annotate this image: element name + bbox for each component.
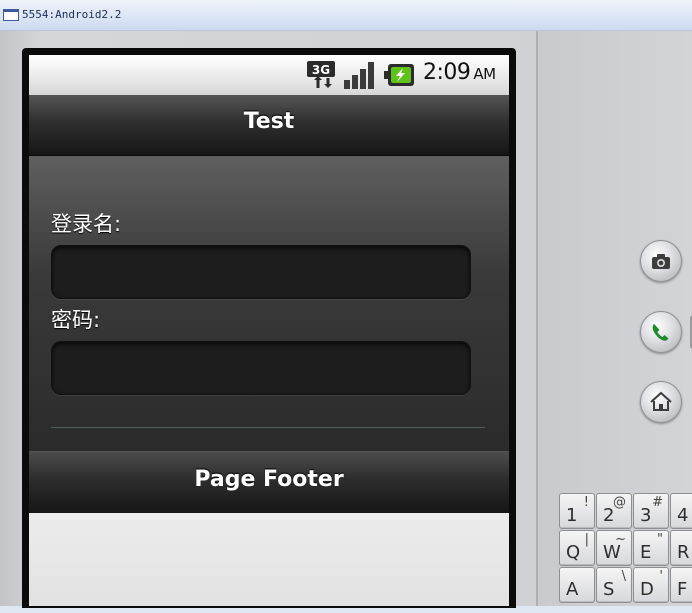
key-w[interactable]: W ~	[596, 530, 632, 566]
call-button[interactable]	[640, 311, 682, 353]
status-bar: 3G 2:09 AM	[29, 55, 509, 95]
page-title: Test	[243, 109, 295, 134]
status-ampm: AM	[473, 65, 496, 83]
home-button[interactable]	[640, 381, 682, 423]
key-e[interactable]: E "	[633, 530, 669, 566]
login-form: 登录名: 密码:	[29, 156, 509, 451]
key-r[interactable]: R	[670, 530, 692, 566]
username-input[interactable]	[51, 245, 471, 299]
key-4[interactable]: 4	[670, 493, 692, 529]
network-label: 3G	[312, 63, 330, 77]
key-1[interactable]: 1!	[559, 493, 595, 529]
key-a[interactable]: A	[559, 567, 595, 603]
page-header: Test	[29, 95, 509, 156]
page-footer: Page Footer	[29, 451, 509, 514]
call-icon	[652, 324, 669, 341]
signal-strength-icon	[344, 62, 374, 89]
emulator-keyboard: 1! 2 @ 3 # 4 Q | W ~ E " R A S \ D ' F	[559, 493, 692, 613]
key-2[interactable]: 2 @	[596, 493, 632, 529]
key-q[interactable]: Q |	[559, 530, 595, 566]
password-input[interactable]	[51, 341, 471, 395]
status-clock: 2:09 AM	[423, 60, 496, 85]
3g-data-icon: 3G	[307, 61, 335, 88]
window-title-bar[interactable]: 5554:Android2.2	[0, 0, 692, 31]
screen-empty-area	[29, 513, 509, 606]
form-divider	[51, 427, 485, 428]
window-title: 5554:Android2.2	[22, 8, 122, 21]
key-d[interactable]: D '	[633, 567, 669, 603]
key-f[interactable]: F	[670, 567, 692, 603]
camera-button[interactable]	[640, 240, 682, 282]
footer-title: Page Footer	[194, 467, 344, 492]
password-label: 密码:	[51, 308, 101, 332]
window-app-icon	[3, 9, 19, 21]
key-3[interactable]: 3 #	[633, 493, 669, 529]
key-s[interactable]: S \	[596, 567, 632, 603]
username-label: 登录名:	[51, 212, 122, 236]
battery-charging-icon	[384, 64, 414, 86]
home-icon	[650, 391, 672, 411]
phone-screen: 3G 2:09 AM Test 登录名: 密码: Page Footer	[29, 55, 509, 606]
status-time: 2:09	[423, 60, 471, 85]
camera-icon	[652, 254, 670, 269]
